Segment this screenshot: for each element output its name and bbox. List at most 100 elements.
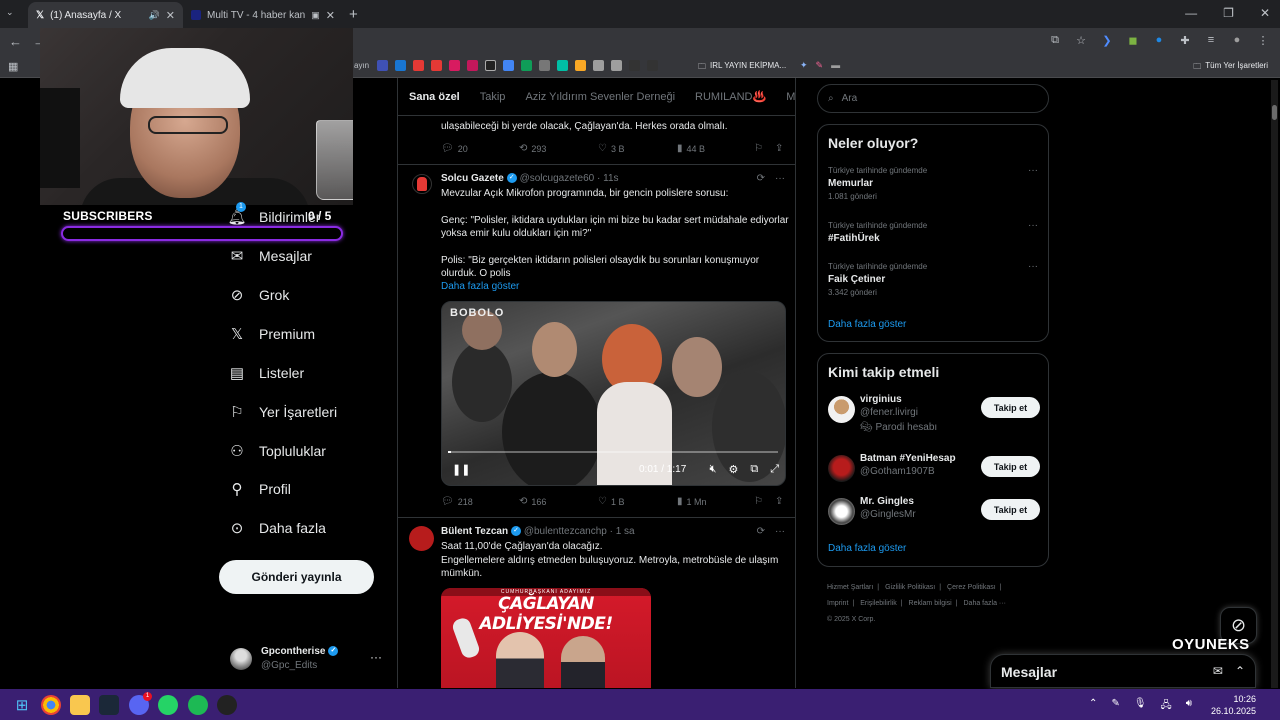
trend-item[interactable]: Türkiye tarihinde gündemde #FatihÜrek ··… (828, 220, 1040, 246)
steam-icon[interactable] (99, 695, 119, 715)
cast-icon[interactable]: ▣ (311, 10, 320, 21)
scrollbar-thumb[interactable] (1272, 105, 1277, 120)
docs-icon[interactable] (503, 60, 514, 71)
more-dots-icon[interactable]: ··· (1028, 261, 1038, 272)
apps-grid-icon[interactable]: ▦ (8, 60, 18, 73)
page-scrollbar[interactable] (1271, 80, 1278, 688)
new-tab-icon[interactable]: + (349, 6, 358, 23)
repost-button[interactable]: ⟲ 166 (519, 496, 546, 507)
bookmark-icon-13[interactable] (593, 60, 604, 71)
tweet-time[interactable]: 11s (603, 173, 618, 184)
video-progress-bar[interactable] (448, 451, 778, 453)
share-button[interactable]: ⇪ (775, 143, 783, 154)
bookmark-icon-3[interactable] (413, 60, 424, 71)
tab-list-aziz[interactable]: Aziz Yıldırım Sevenler Derneği (525, 91, 675, 103)
discord-icon[interactable]: 1 (129, 692, 152, 715)
nav-premium[interactable]: 𝕏 Premium (228, 325, 315, 343)
bookmark-pen-icon[interactable]: ✎ (816, 60, 824, 71)
tab-multi-tv[interactable]: Multi TV - 4 haber kanalını ▣ ✕ (183, 2, 343, 28)
reply-button[interactable]: 💬︎ 218 (441, 496, 473, 507)
follow-suggestion[interactable]: virginius @fener.livirgi 🎭︎ Parodi hesab… (828, 394, 1040, 433)
who-to-follow-show-more[interactable]: Daha fazla göster (828, 543, 906, 554)
tab-list-rumiland[interactable]: RUMILAND♨️ (695, 90, 766, 103)
instagram-icon[interactable] (449, 60, 460, 71)
like-button[interactable]: ♡ 3 B (598, 143, 624, 154)
show-more-link[interactable]: Daha fazla göster (441, 280, 791, 293)
search-input[interactable]: ⌕ Ara (817, 84, 1049, 113)
more-dots-icon[interactable]: ··· (370, 650, 382, 664)
new-message-icon[interactable]: ✉ (1213, 664, 1223, 678)
bookmark-icon-4[interactable] (431, 60, 442, 71)
back-icon[interactable]: ← (9, 34, 22, 49)
star-icon[interactable]: ☆ (1074, 34, 1088, 47)
more-dots-icon[interactable]: ··· (1028, 165, 1038, 176)
speaker-icon[interactable]: 🔊 (149, 10, 160, 21)
tab-following[interactable]: Takip (480, 91, 506, 103)
more-dots-icon[interactable]: ··· (1028, 220, 1038, 231)
account-switcher[interactable]: Gpcontherise ✓ @Gpc_Edits ··· (230, 644, 390, 674)
all-bookmarks[interactable]: 🗀 Tüm Yer İşaretleri (1193, 61, 1268, 75)
footer-cookies[interactable]: Çerez Politikası (947, 584, 996, 591)
bookmark-button[interactable]: ⚐ (754, 143, 763, 154)
more-dots-icon[interactable]: ··· (775, 173, 785, 184)
follow-button[interactable]: Takip et (981, 397, 1040, 418)
avatar[interactable] (409, 526, 434, 551)
pause-icon[interactable]: ❚❚ (452, 463, 470, 476)
pip-icon[interactable]: ⧉ (750, 463, 758, 476)
instagram-icon[interactable] (467, 60, 478, 71)
avatar[interactable] (412, 174, 432, 194)
minimize-icon[interactable]: — (1185, 6, 1197, 20)
author-handle[interactable]: @solcugazete60 (520, 173, 595, 184)
tab-list-milen[interactable]: MİLEN (786, 91, 795, 103)
follow-suggestion[interactable]: Mr. Gingles @GinglesMr Takip et (828, 496, 1040, 526)
nav-bookmarks[interactable]: ⚐ Yer İşaretleri (228, 403, 337, 421)
footer-ads[interactable]: Reklam bilgisi (909, 600, 952, 607)
trend-item[interactable]: Türkiye tarihinde gündemde Memurlar 1.08… (828, 165, 1040, 202)
nav-communities[interactable]: ⚇ Topluluklar (228, 442, 326, 460)
whatsapp-icon[interactable] (158, 695, 178, 715)
nav-messages[interactable]: ✉ Mesajlar (228, 247, 312, 265)
tab-search-icon[interactable]: ⌄ (6, 7, 21, 21)
close-tab-icon[interactable]: ✕ (326, 9, 335, 22)
x-bookmark-icon[interactable] (485, 60, 496, 71)
footer-privacy[interactable]: Gizlilik Politikası (885, 584, 935, 591)
views-button[interactable]: ▮ 1 Mn (677, 496, 707, 507)
extension-icon[interactable]: ◼ (1126, 34, 1140, 47)
restore-icon[interactable]: ❐ (1223, 6, 1234, 20)
fullscreen-icon[interactable]: ⤢ (770, 463, 779, 476)
chrome-icon[interactable] (41, 695, 61, 715)
video-player[interactable]: BOBOLO ❚❚ 0:01 / 1:17 🔇︎ ⚙ ⧉ ⤢ (441, 301, 786, 486)
repost-button[interactable]: ⟲ 293 (519, 143, 546, 154)
gemini-icon[interactable]: ✦ (800, 60, 808, 71)
tab-x-home[interactable]: 𝕏 (1) Anasayfa / X 🔊 ✕ (28, 2, 183, 28)
settings-gear-icon[interactable]: ⚙ (728, 463, 738, 476)
footer-accessibility[interactable]: Erişilebilirlik (860, 600, 897, 607)
reply-button[interactable]: 💬︎ 20 (441, 143, 468, 154)
mute-icon[interactable]: 🔇︎ (710, 463, 717, 476)
network-icon[interactable]: 🖧 (1161, 698, 1172, 715)
nav-grok[interactable]: ⊘ Grok (228, 286, 290, 304)
pen-icon[interactable]: ✎ (1111, 698, 1119, 715)
bookmark-icon-14[interactable] (611, 60, 622, 71)
close-tab-icon[interactable]: ✕ (166, 9, 175, 22)
bookmark-icon-2[interactable] (395, 60, 406, 71)
follow-button[interactable]: Takip et (981, 499, 1040, 520)
grok-explain-icon[interactable]: ⟳ (757, 173, 765, 184)
menu-dots-icon[interactable]: ⋮ (1256, 34, 1270, 47)
bookmark-partial-label[interactable]: ayın (354, 61, 369, 70)
bookmark-icon-10[interactable] (539, 60, 550, 71)
trend-item[interactable]: Türkiye tarihinde gündemde Faik Çetiner … (828, 261, 1040, 298)
bookmark-icon-12[interactable] (575, 60, 586, 71)
microphone-icon[interactable]: 🎙︎ (1134, 698, 1147, 715)
tweet-time[interactable]: 1 sa (616, 526, 635, 537)
chevron-up-icon[interactable]: ⌃ (1089, 698, 1097, 715)
author-name[interactable]: Solcu Gazete (441, 173, 504, 184)
like-button[interactable]: ♡ 1 B (598, 496, 624, 507)
views-button[interactable]: ▮ 44 B (677, 143, 705, 154)
bookmark-icon-1[interactable] (377, 60, 388, 71)
tab-for-you[interactable]: Sana özel (409, 91, 460, 103)
nav-lists[interactable]: ▤ Listeler (228, 364, 304, 382)
footer-terms[interactable]: Hizmet Şartları (827, 584, 873, 591)
profile-icon[interactable]: ● (1230, 34, 1244, 47)
bookmark-icon-15[interactable] (629, 60, 640, 71)
